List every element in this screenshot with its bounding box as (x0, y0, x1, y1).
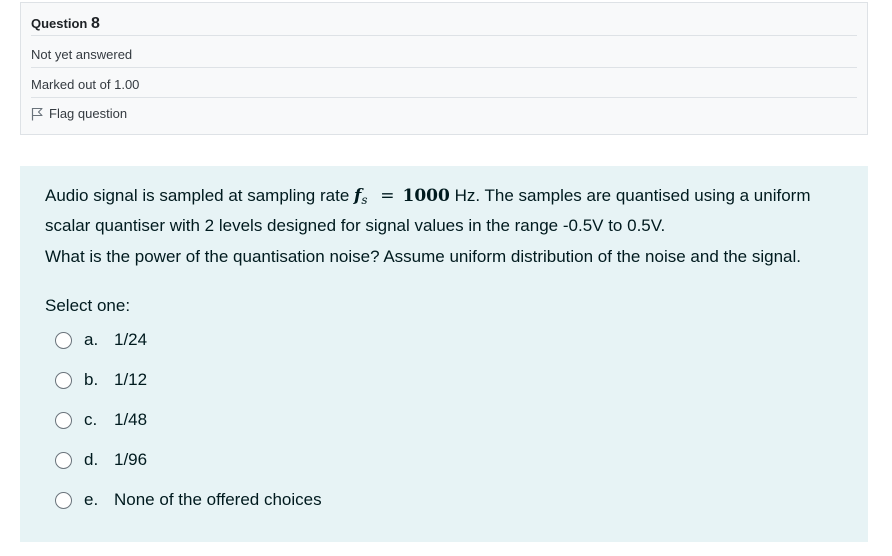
question-grade: Marked out of 1.00 (31, 77, 140, 92)
math-value: 1000 (402, 186, 450, 206)
info-divider (31, 35, 857, 36)
radio-button[interactable] (55, 411, 72, 429)
answer-option-e[interactable]: e. None of the offered choices (55, 490, 322, 510)
answer-option-a[interactable]: a. 1/24 (55, 330, 147, 350)
question-prompt: What is the power of the quantisation no… (45, 247, 802, 266)
radio-button[interactable] (55, 491, 72, 509)
answer-letter: c. (84, 410, 98, 429)
radio-button[interactable] (55, 371, 72, 389)
answer-letter: a. (84, 330, 99, 349)
question-info-panel: Question 8 Not yet answered Marked out o… (20, 2, 868, 135)
answer-text: 1/24 (114, 330, 148, 349)
answer-option-d[interactable]: d. 1/96 (55, 450, 147, 470)
flag-question-button[interactable]: Flag question (31, 106, 127, 121)
info-divider (31, 97, 857, 98)
radio-button[interactable] (55, 331, 72, 349)
answer-option-c[interactable]: c. 1/48 (55, 410, 147, 430)
question-label: Question (31, 16, 88, 31)
question-content: Audio signal is sampled at sampling rate… (20, 166, 868, 542)
question-text-start: Audio signal is sampled at sampling rate (45, 186, 350, 205)
answer-text: 1/48 (114, 410, 148, 429)
answer-option-b[interactable]: b. 1/12 (55, 370, 147, 390)
answer-text: 1/96 (114, 450, 148, 469)
answer-letter: b. (84, 370, 99, 389)
answer-letter: d. (84, 450, 99, 469)
math-equals: = (380, 186, 395, 206)
flag-icon (31, 107, 43, 121)
question-text: Audio signal is sampled at sampling rate… (45, 183, 845, 239)
question-number: 8 (90, 15, 100, 32)
math-subscript: s (361, 193, 368, 207)
question-heading: Question 8 (31, 15, 100, 33)
flag-question-label: Flag question (49, 106, 128, 121)
answer-letter: e. (84, 490, 99, 509)
select-one-label: Select one: (45, 296, 131, 315)
radio-button[interactable] (55, 451, 72, 469)
answer-text: None of the offered choices (114, 490, 322, 509)
question-state: Not yet answered (31, 47, 133, 62)
answer-text: 1/12 (114, 370, 148, 389)
info-divider (31, 67, 857, 68)
